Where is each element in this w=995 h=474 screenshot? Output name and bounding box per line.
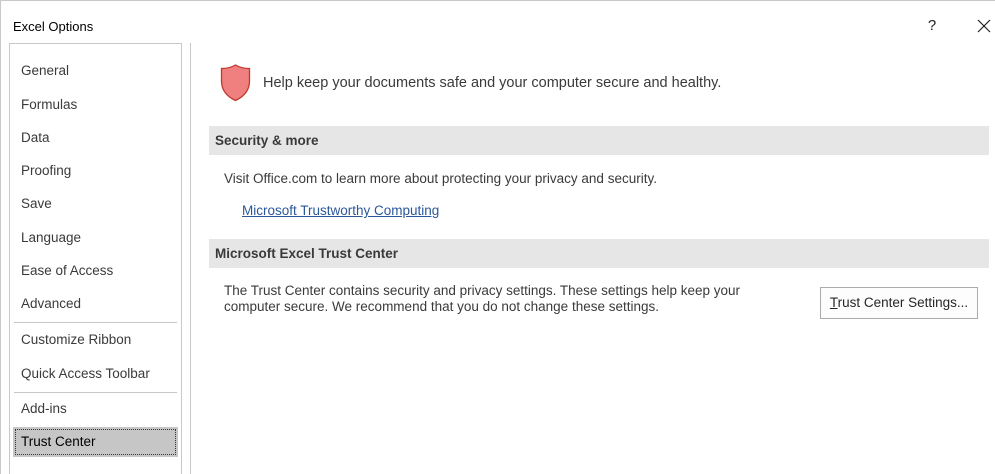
intro-text: Help keep your documents safe and your c… bbox=[263, 75, 722, 91]
sidebar-item-language[interactable]: Language bbox=[10, 223, 181, 253]
close-button[interactable] bbox=[973, 14, 995, 38]
sidebar-item-ease-of-access[interactable]: Ease of Access bbox=[10, 256, 181, 286]
shield-icon bbox=[220, 64, 251, 102]
sidebar-item-save[interactable]: Save bbox=[10, 189, 181, 219]
help-button[interactable]: ? bbox=[922, 15, 942, 37]
sidebar-divider bbox=[14, 392, 177, 393]
button-label: rust Center Settings... bbox=[837, 295, 969, 310]
trust-center-section-header: Microsoft Excel Trust Center bbox=[209, 239, 989, 268]
trust-center-text-line-2: computer secure. We recommend that you d… bbox=[224, 299, 659, 314]
trustworthy-computing-link[interactable]: Microsoft Trustworthy Computing bbox=[242, 203, 439, 218]
sidebar-item-data[interactable]: Data bbox=[10, 123, 181, 153]
trust-center-section-text: The Trust Center contains security and p… bbox=[224, 283, 740, 315]
security-section-header: Security & more bbox=[209, 126, 989, 155]
sidebar-item-formulas[interactable]: Formulas bbox=[10, 90, 181, 120]
sidebar-divider bbox=[14, 322, 177, 323]
trust-center-panel: Help keep your documents safe and your c… bbox=[191, 43, 995, 474]
button-accelerator: T bbox=[829, 295, 838, 310]
sidebar-item-customize-ribbon[interactable]: Customize Ribbon bbox=[10, 325, 181, 355]
sidebar-item-quick-access-toolbar[interactable]: Quick Access Toolbar bbox=[10, 359, 181, 389]
trust-center-settings-button[interactable]: Trust Center Settings... bbox=[820, 287, 978, 319]
security-section-text: Visit Office.com to learn more about pro… bbox=[224, 171, 657, 186]
title-bar: Excel Options ? bbox=[1, 1, 995, 43]
sidebar-item-general[interactable]: General bbox=[10, 56, 181, 86]
trust-center-text-line-1: The Trust Center contains security and p… bbox=[224, 283, 741, 298]
dialog-title: Excel Options bbox=[13, 19, 94, 34]
sidebar-item-advanced[interactable]: Advanced bbox=[10, 289, 181, 319]
sidebar-item-add-ins[interactable]: Add-ins bbox=[10, 394, 181, 424]
sidebar-item-trust-center[interactable]: Trust Center bbox=[13, 427, 178, 457]
close-icon bbox=[977, 19, 991, 33]
sidebar-item-proofing[interactable]: Proofing bbox=[10, 156, 181, 186]
options-sidebar: General Formulas Data Proofing Save Lang… bbox=[9, 43, 182, 474]
excel-options-dialog: Excel Options ? General Formulas Data Pr… bbox=[0, 0, 995, 474]
